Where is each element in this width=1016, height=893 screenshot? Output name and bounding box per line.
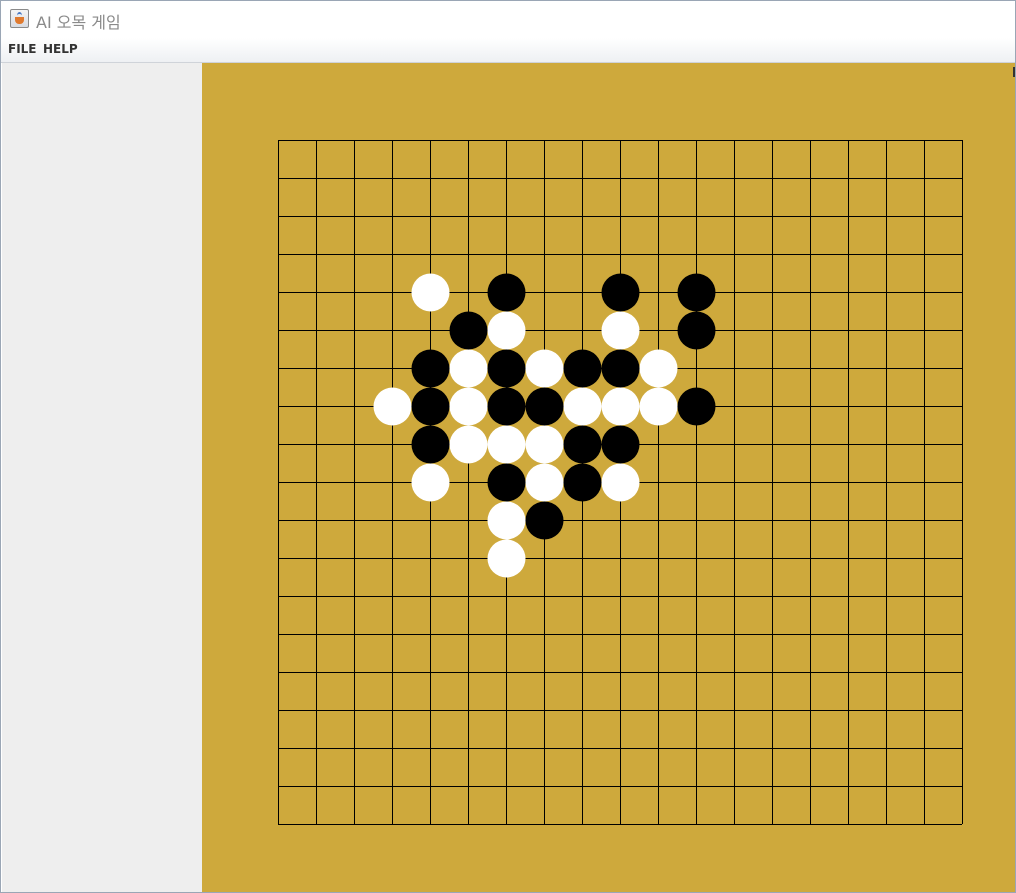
black-stone (563, 463, 602, 502)
java-cup-icon[interactable] (10, 9, 29, 28)
white-stone (525, 425, 564, 464)
white-stone (639, 387, 678, 426)
white-stone (487, 425, 526, 464)
white-stone (487, 311, 526, 350)
menu-bar: FILE HELP (1, 38, 1015, 63)
resize-edge-marker (1013, 67, 1015, 77)
white-stone (525, 349, 564, 388)
gomoku-board[interactable] (202, 63, 1015, 892)
black-stone (487, 463, 526, 502)
white-stone (639, 349, 678, 388)
black-stone (563, 425, 602, 464)
white-stone (487, 501, 526, 540)
white-stone (449, 387, 488, 426)
white-stone (601, 311, 640, 350)
white-stone (563, 387, 602, 426)
black-stone (411, 387, 450, 426)
app-window: AI 오목 게임 FILE HELP (0, 0, 1016, 893)
menu-file[interactable]: FILE (8, 42, 37, 56)
white-stone (601, 387, 640, 426)
window-title: AI 오목 게임 (36, 13, 121, 32)
black-stone (601, 349, 640, 388)
black-stone (677, 273, 716, 312)
black-stone (487, 387, 526, 426)
black-stone (411, 425, 450, 464)
white-stone (487, 539, 526, 578)
white-stone (373, 387, 412, 426)
menu-help[interactable]: HELP (43, 42, 78, 56)
white-stone (449, 425, 488, 464)
white-stone (525, 463, 564, 502)
black-stone (677, 311, 716, 350)
white-stone (601, 463, 640, 502)
white-stone (411, 463, 450, 502)
title-bar[interactable]: AI 오목 게임 (1, 1, 1015, 38)
black-stone (487, 273, 526, 312)
black-stone (601, 425, 640, 464)
white-stone (449, 349, 488, 388)
black-stone (487, 349, 526, 388)
black-stone (601, 273, 640, 312)
black-stone (411, 349, 450, 388)
game-board-panel[interactable] (202, 63, 1015, 892)
white-stone (411, 273, 450, 312)
black-stone (525, 501, 564, 540)
black-stone (449, 311, 488, 350)
cup-shape (15, 17, 24, 24)
black-stone (525, 387, 564, 426)
black-stone (677, 387, 716, 426)
side-panel (2, 63, 202, 892)
black-stone (563, 349, 602, 388)
